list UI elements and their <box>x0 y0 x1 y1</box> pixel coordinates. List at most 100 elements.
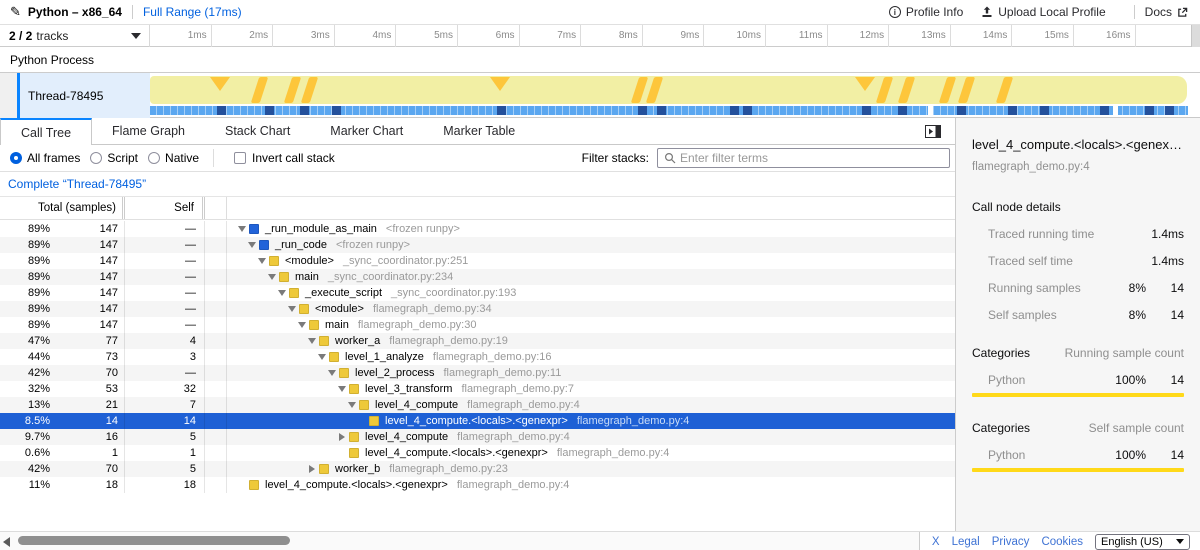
collapse-arrow-icon[interactable] <box>235 226 249 232</box>
sample-dark-segment <box>332 106 341 115</box>
collapse-arrow-icon[interactable] <box>315 354 329 360</box>
tab-flame-graph[interactable]: Flame Graph <box>92 118 205 145</box>
expand-arrow-icon[interactable] <box>335 433 349 441</box>
filter-stacks-input[interactable] <box>680 151 949 165</box>
table-row[interactable]: 0.6%11level_4_compute.<locals>.<genexpr>… <box>0 445 955 461</box>
table-row[interactable]: 13%217level_4_computeflamegraph_demo.py:… <box>0 397 955 413</box>
table-row[interactable]: 9.7%165level_4_computeflamegraph_demo.py… <box>0 429 955 445</box>
collapse-arrow-icon[interactable] <box>285 306 299 312</box>
firefox-profiler-app: ✎ Python – x86_64 Full Range (17ms) i Pr… <box>0 0 1200 550</box>
collapse-arrow-icon[interactable] <box>325 370 339 376</box>
radio-native[interactable] <box>148 152 160 164</box>
upload-profile-button[interactable]: Upload Local Profile <box>981 5 1105 19</box>
footer-links: X Legal Privacy Cookies English (US) <box>919 532 1200 550</box>
sample-dark-segment <box>497 106 506 115</box>
tab-stack-chart[interactable]: Stack Chart <box>205 118 310 145</box>
ruler-tick: 1ms <box>150 25 212 47</box>
radio-script-label[interactable]: Script <box>107 151 138 165</box>
sample-dark-segment <box>957 106 966 115</box>
edit-profile-name-icon[interactable]: ✎ <box>10 4 21 20</box>
collapse-arrow-icon[interactable] <box>305 338 319 344</box>
radio-all-frames-label[interactable]: All frames <box>27 151 80 165</box>
table-row[interactable]: 89%147—_run_code<frozen runpy> <box>0 237 955 253</box>
docs-button[interactable]: Docs <box>1145 5 1188 19</box>
table-row[interactable]: 89%147—_execute_script_sync_coordinator.… <box>0 285 955 301</box>
sample-dark-segment <box>1165 106 1174 115</box>
table-row[interactable]: 89%147—main_sync_coordinator.py:234 <box>0 269 955 285</box>
thread-track-header[interactable]: Thread-78495 <box>0 73 150 118</box>
footer-link-x[interactable]: X <box>932 536 940 548</box>
language-select[interactable]: English (US) <box>1095 534 1190 550</box>
collapse-arrow-icon[interactable] <box>255 258 269 264</box>
full-range-button[interactable]: Full Range (17ms) <box>143 5 242 19</box>
sidebar-detail-row: Self samples8%14 <box>972 308 1184 322</box>
collapse-arrow-icon[interactable] <box>265 274 279 280</box>
column-header-self[interactable]: Self <box>125 197 205 219</box>
ruler-tick: 6ms <box>458 25 520 47</box>
sidebar-detail-row: Traced self time1.4ms <box>972 254 1184 268</box>
activity-mark <box>996 77 1013 103</box>
collapse-arrow-icon[interactable] <box>275 290 289 296</box>
ruler-tick: 2ms <box>212 25 274 47</box>
footer-link-privacy[interactable]: Privacy <box>992 536 1030 548</box>
chevron-down-icon <box>1176 539 1184 544</box>
process-track-header[interactable]: Python Process <box>0 47 1200 73</box>
divider <box>132 5 133 19</box>
activity-mark <box>939 77 956 103</box>
table-row[interactable]: 89%147—mainflamegraph_demo.py:30 <box>0 317 955 333</box>
table-row[interactable]: 42%70—level_2_processflamegraph_demo.py:… <box>0 365 955 381</box>
sidebar-toggle-button[interactable] <box>925 125 941 138</box>
profile-info-button[interactable]: i Profile Info <box>889 5 963 19</box>
table-row[interactable]: 42%705worker_bflamegraph_demo.py:23 <box>0 461 955 477</box>
ruler-tick: 13ms <box>889 25 951 47</box>
samples-strip[interactable] <box>150 106 1188 115</box>
table-row[interactable]: 89%147—_run_module_as_main<frozen runpy> <box>0 221 955 237</box>
sidebar-detail-row: Running samples8%14 <box>972 281 1184 295</box>
table-row[interactable]: 44%733level_1_analyzeflamegraph_demo.py:… <box>0 349 955 365</box>
collapse-arrow-icon[interactable] <box>345 402 359 408</box>
category-square-icon <box>349 432 359 442</box>
radio-native-label[interactable]: Native <box>165 151 199 165</box>
table-row[interactable]: 11%1818level_4_compute.<locals>.<genexpr… <box>0 477 955 493</box>
expand-arrow-icon[interactable] <box>305 465 319 473</box>
ruler-tick: 3ms <box>273 25 335 47</box>
tab-marker-table[interactable]: Marker Table <box>423 118 535 145</box>
breadcrumb[interactable]: Complete “Thread-78495” <box>8 177 146 191</box>
category-square-icon <box>249 480 259 490</box>
footer-link-legal[interactable]: Legal <box>952 536 980 548</box>
activity-graph[interactable] <box>150 76 1187 104</box>
top-bar: ✎ Python – x86_64 Full Range (17ms) i Pr… <box>0 0 1200 25</box>
activity-mark <box>301 77 318 103</box>
sample-dark-segment <box>898 106 907 115</box>
collapse-arrow-icon[interactable] <box>335 386 349 392</box>
activity-mark <box>646 77 663 103</box>
column-header-total[interactable]: Total (samples) <box>0 197 125 219</box>
scroll-left-arrow[interactable] <box>3 537 10 547</box>
table-row[interactable]: 47%774worker_aflamegraph_demo.py:19 <box>0 333 955 349</box>
external-link-icon <box>1177 7 1188 18</box>
category-square-icon <box>339 368 349 378</box>
table-row[interactable]: 32%5332level_3_transformflamegraph_demo.… <box>0 381 955 397</box>
filter-toolbar: All frames Script Native Invert call sta… <box>0 145 955 172</box>
profile-name[interactable]: Python – x86_64 <box>28 5 122 19</box>
radio-script[interactable] <box>90 152 102 164</box>
table-row[interactable]: 89%147—<module>flamegraph_demo.py:34 <box>0 301 955 317</box>
footer-link-cookies[interactable]: Cookies <box>1041 536 1083 548</box>
tab-call-tree[interactable]: Call Tree <box>0 118 92 145</box>
tracks-dropdown-button[interactable]: 2 / 2 tracks <box>0 25 150 47</box>
call-tree-pane: Call TreeFlame GraphStack ChartMarker Ch… <box>0 118 955 532</box>
collapse-arrow-icon[interactable] <box>245 242 259 248</box>
radio-all-frames[interactable] <box>10 152 22 164</box>
search-icon <box>664 152 676 164</box>
collapse-arrow-icon[interactable] <box>295 322 309 328</box>
table-row[interactable]: 8.5%1414level_4_compute.<locals>.<genexp… <box>0 413 955 429</box>
category-square-icon <box>369 416 379 426</box>
sample-dark-segment <box>638 106 647 115</box>
sample-dark-segment <box>862 106 871 115</box>
horizontal-scrollbar[interactable] <box>18 536 290 545</box>
table-row[interactable]: 89%147—<module>_sync_coordinator.py:251 <box>0 253 955 269</box>
tab-marker-chart[interactable]: Marker Chart <box>310 118 423 145</box>
thread-track-graph[interactable] <box>150 73 1191 118</box>
invert-call-stack-label[interactable]: Invert call stack <box>252 151 335 165</box>
invert-call-stack-checkbox[interactable] <box>234 152 246 164</box>
